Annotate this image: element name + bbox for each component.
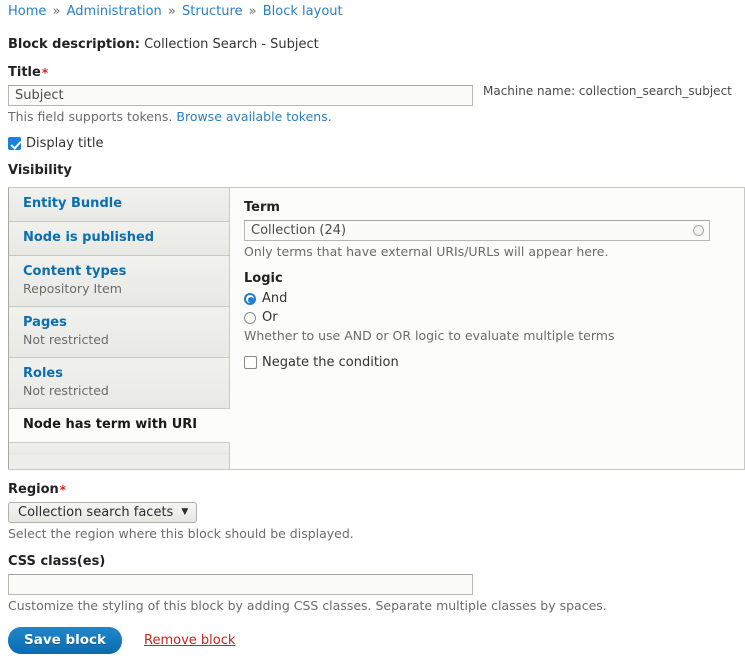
region-label: Region* [8, 482, 737, 498]
title-label-text: Title [8, 65, 41, 80]
region-select[interactable]: Collection search facets ▼ [8, 502, 197, 523]
tab-roles[interactable]: Roles Not restricted [9, 358, 229, 409]
tab-label: Entity Bundle [23, 196, 219, 212]
region-description: Select the region where this block shoul… [8, 526, 737, 542]
title-description: This field supports tokens. Browse avail… [8, 109, 737, 125]
form-actions: Save block Remove block [8, 627, 737, 654]
visibility-heading: Visibility [8, 163, 737, 179]
logic-radio-or[interactable] [244, 312, 256, 324]
tab-entity-bundle[interactable]: Entity Bundle [9, 188, 229, 222]
tab-content-types[interactable]: Content types Repository Item [9, 256, 229, 307]
breadcrumb-item-structure[interactable]: Structure [182, 4, 242, 19]
browse-tokens-link[interactable]: Browse available tokens. [176, 109, 331, 124]
tab-label: Pages [23, 315, 219, 331]
block-description-value: Collection Search - Subject [144, 37, 319, 52]
logic-radio-and[interactable] [244, 293, 256, 305]
css-class-label: CSS class(es) [8, 554, 737, 570]
tab-node-has-term-with-uri[interactable]: Node has term with URI [9, 409, 230, 443]
negate-condition-row[interactable]: Negate the condition [244, 355, 730, 370]
title-row: Machine name: collection_search_subject [8, 81, 737, 106]
display-title-label: Display title [26, 136, 103, 151]
tab-label: Content types [23, 264, 219, 280]
css-class-input[interactable] [8, 574, 473, 595]
breadcrumb: Home » Administration » Structure » Bloc… [8, 0, 737, 20]
visibility-tab-list: Entity Bundle Node is published Content … [8, 187, 230, 469]
tab-label: Roles [23, 366, 219, 382]
tab-summary: Repository Item [23, 281, 219, 297]
term-label: Term [244, 200, 730, 216]
tab-label: Node is published [23, 230, 219, 246]
title-label: Title* [8, 65, 737, 81]
title-required-marker: * [42, 66, 48, 80]
tab-summary: Not restricted [23, 332, 219, 348]
title-input[interactable] [8, 85, 473, 106]
block-description: Block description: Collection Search - S… [8, 37, 737, 53]
chevron-down-icon: ▼ [181, 508, 188, 517]
tab-pages[interactable]: Pages Not restricted [9, 307, 229, 358]
breadcrumb-separator: » [247, 4, 259, 19]
display-title-row[interactable]: Display title [8, 136, 737, 151]
block-description-label: Block description: [8, 37, 140, 52]
block-configure-page: Home » Administration » Structure » Bloc… [0, 0, 745, 664]
logic-option-label: And [262, 291, 287, 306]
tab-summary: Not restricted [23, 383, 219, 399]
tab-label: Node has term with URI [23, 417, 219, 433]
tab-partial-next[interactable] [9, 443, 229, 455]
visibility-tab-panel: Term Only terms that have external URIs/… [230, 187, 745, 469]
term-description: Only terms that have external URIs/URLs … [244, 244, 730, 260]
breadcrumb-item-block-layout[interactable]: Block layout [263, 4, 343, 19]
display-title-checkbox[interactable] [8, 137, 21, 150]
negate-condition-label: Negate the condition [262, 355, 399, 370]
logic-option-label: Or [262, 310, 278, 325]
autocomplete-throbber-icon [693, 225, 704, 236]
region-required-marker: * [60, 483, 66, 497]
term-field-wrapper [244, 220, 710, 241]
breadcrumb-item-home[interactable]: Home [8, 4, 46, 19]
save-block-button[interactable]: Save block [8, 627, 122, 654]
remove-block-link[interactable]: Remove block [144, 633, 235, 648]
logic-description: Whether to use AND or OR logic to evalua… [244, 328, 730, 344]
logic-label: Logic [244, 271, 730, 287]
css-class-description: Customize the styling of this block by a… [8, 598, 737, 614]
region-select-value: Collection search facets [18, 505, 173, 520]
breadcrumb-separator: » [51, 4, 63, 19]
machine-name-display: Machine name: collection_search_subject [483, 81, 732, 102]
breadcrumb-separator: » [166, 4, 178, 19]
term-autocomplete-input[interactable] [244, 220, 710, 241]
title-description-text: This field supports tokens. [8, 109, 172, 124]
visibility-vertical-tabs: Entity Bundle Node is published Content … [8, 187, 745, 470]
tab-node-is-published[interactable]: Node is published [9, 222, 229, 256]
negate-condition-checkbox[interactable] [244, 356, 257, 369]
breadcrumb-item-administration[interactable]: Administration [67, 4, 162, 19]
logic-option-or[interactable]: Or [244, 310, 730, 325]
logic-option-and[interactable]: And [244, 291, 730, 306]
region-label-text: Region [8, 482, 59, 497]
